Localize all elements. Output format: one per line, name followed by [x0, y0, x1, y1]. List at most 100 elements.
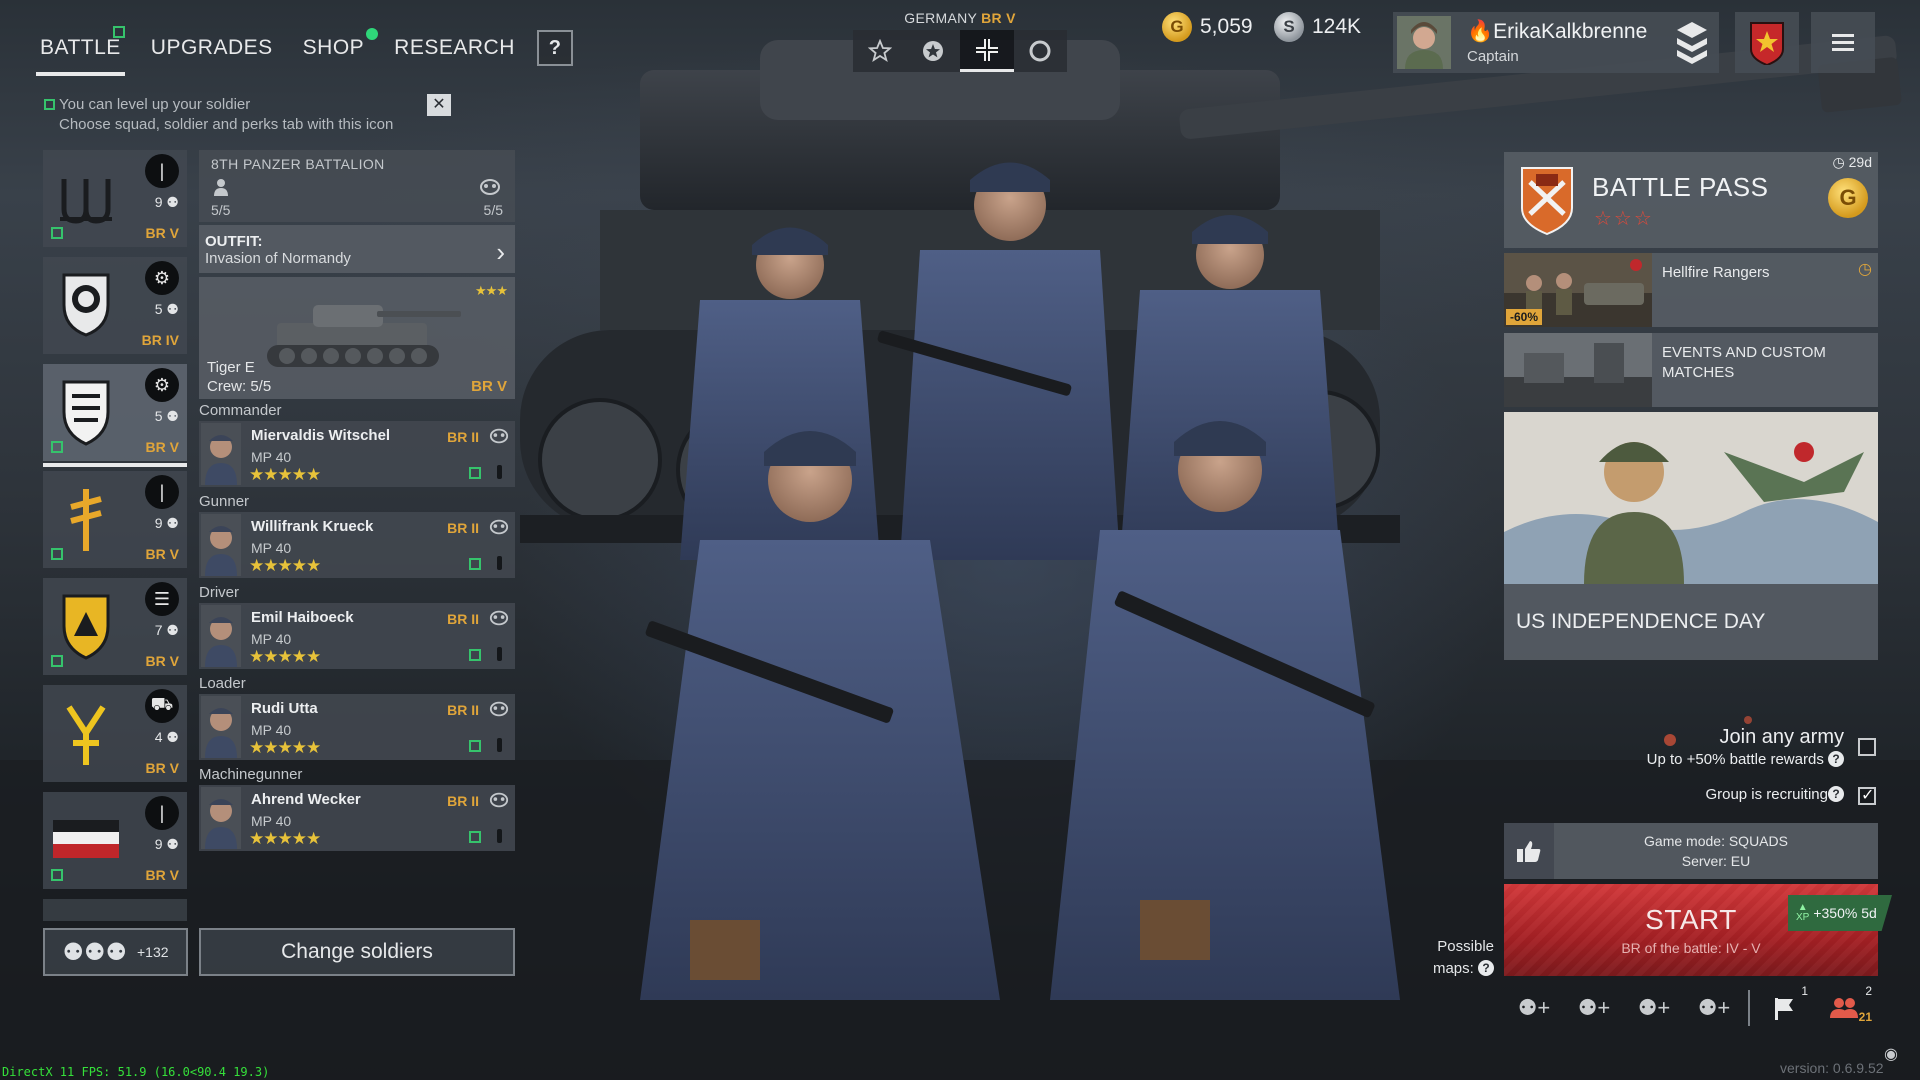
- group-recruiting-checkbox[interactable]: [1858, 785, 1876, 805]
- server-value: Server: EU: [1681, 853, 1751, 869]
- reserve-soldiers-button[interactable]: ⚉⚉⚉ +132: [43, 928, 188, 976]
- grenade-icon: [497, 829, 502, 843]
- vehicle-card[interactable]: ★★★ Tiger E Crew: 5/5 BR V: [199, 277, 515, 399]
- squad-card[interactable]: | 9 ⚉ BR V: [43, 150, 187, 247]
- event-banner-image: [1504, 412, 1878, 584]
- discount-badge: -60%: [1506, 309, 1543, 325]
- main-menu-button[interactable]: [1811, 12, 1875, 73]
- tab-upgrades[interactable]: UPGRADES: [151, 28, 273, 68]
- soldier-portrait: [201, 605, 241, 667]
- soldier-role: Commander: [199, 402, 282, 419]
- outfit-selector[interactable]: OUTFIT: Invasion of Normandy ›: [199, 225, 515, 273]
- possible-maps-line-1: Possible: [1437, 938, 1494, 955]
- xp-label: XP: [1796, 912, 1810, 923]
- silver-balance[interactable]: S 124K: [1274, 12, 1361, 42]
- help-icon[interactable]: ?: [1478, 960, 1494, 976]
- shield-303-emblem-icon: [51, 267, 121, 345]
- soldier-br: BR II: [447, 611, 479, 627]
- squad-card[interactable]: ☰ 7 ⚉ BR V: [43, 578, 187, 675]
- ussr-star-circle-icon[interactable]: [906, 30, 960, 72]
- tab-shop[interactable]: SHOP: [303, 28, 379, 68]
- vehicle-crew: Crew: 5/5: [207, 378, 272, 395]
- soldier-row[interactable]: Emil Haiboeck MP 40 ★★★★★ BR II: [199, 603, 515, 669]
- soldier-slot: Commander Miervaldis Witschel MP 40 ★★★★…: [199, 401, 515, 487]
- hint-close-button[interactable]: ✕: [427, 94, 451, 116]
- motorcycle-icon: ⚙: [145, 368, 179, 402]
- squad-soldier-count: 5 ⚉: [154, 301, 179, 317]
- tab-research-label: RESEARCH: [394, 36, 515, 59]
- gold-balance[interactable]: G 5,059: [1162, 12, 1253, 42]
- tab-battle[interactable]: BATTLE: [36, 26, 125, 76]
- squad-card[interactable]: ⛟ 4 ⚉ BR V: [43, 685, 187, 782]
- hamburger-menu-icon: [1832, 33, 1854, 51]
- battle-pass-card[interactable]: BATTLE PASS ☆☆☆ ◷ 29d G: [1504, 152, 1878, 248]
- soldier-row[interactable]: Rudi Utta MP 40 ★★★★★ BR II: [199, 694, 515, 760]
- level-up-square-icon: [44, 99, 55, 110]
- level-up-hint: You can level up your soldier Choose squ…: [44, 95, 454, 135]
- usa-star-icon[interactable]: [853, 30, 907, 72]
- clock-icon: ◷: [1858, 261, 1872, 278]
- soldier-slot: Machinegunner Ahrend Wecker MP 40 ★★★★★ …: [199, 765, 515, 851]
- offer-hellfire-rangers[interactable]: -60% Hellfire Rangers ◷: [1504, 253, 1878, 327]
- friends-button[interactable]: 2 21: [1814, 984, 1874, 1026]
- avatar: [1397, 16, 1451, 69]
- battalion-header: 8TH PANZER BATTALION 5/5 5/5: [199, 150, 515, 222]
- invite-player-button[interactable]: ⚉+: [1684, 990, 1744, 1026]
- soldier-list: Commander Miervaldis Witschel MP 40 ★★★★…: [199, 401, 515, 851]
- event-us-independence-day[interactable]: US INDEPENDENCE DAY: [1504, 412, 1878, 660]
- invite-player-button[interactable]: ⚉+: [1564, 990, 1624, 1026]
- player-profile[interactable]: 🔥ErikaKalkbrenne Captain: [1393, 12, 1719, 73]
- level-up-square-icon: [469, 467, 481, 479]
- squad-card-active[interactable]: ⚙ 5 ⚉ BR V: [43, 364, 187, 467]
- level-up-square-icon: [51, 655, 63, 667]
- thumbs-up-button[interactable]: [1504, 823, 1554, 879]
- game-mode-selector[interactable]: Game mode: SQUADS Server: EU: [1504, 823, 1878, 879]
- join-any-army-checkbox[interactable]: [1858, 738, 1876, 756]
- nation-name: GERMANY: [904, 10, 977, 26]
- soldier-stars: ★★★★★: [249, 829, 321, 848]
- squad-card[interactable]: | 9 ⚉ BR V: [43, 471, 187, 568]
- invite-player-button[interactable]: ⚉+: [1624, 990, 1684, 1026]
- soldier-name: Emil Haiboeck: [251, 609, 354, 626]
- soldier-name: Willifrank Krueck: [251, 518, 374, 535]
- gold-coin-icon: G: [1162, 12, 1192, 42]
- help-icon[interactable]: ?: [1828, 786, 1844, 802]
- settings-small-icon[interactable]: ◉: [1884, 1044, 1898, 1064]
- squad-br: BR V: [145, 225, 179, 241]
- change-soldiers-button[interactable]: Change soldiers: [199, 928, 515, 976]
- outfit-value: Invasion of Normandy: [205, 250, 351, 267]
- squad-soldier-count: 9 ⚉: [154, 515, 179, 531]
- squad-card[interactable]: ⚙ 5 ⚉ BR IV: [43, 257, 187, 354]
- squad-br: BR V: [145, 760, 179, 776]
- germany-cross-icon[interactable]: [960, 30, 1014, 72]
- invite-player-button[interactable]: ⚉+: [1504, 990, 1564, 1026]
- soldier-row[interactable]: Willifrank Krueck MP 40 ★★★★★ BR II: [199, 512, 515, 578]
- squad-card-partial[interactable]: [43, 899, 187, 921]
- battle-pass-timer: ◷ 29d: [1833, 154, 1872, 171]
- soldier-row[interactable]: Ahrend Wecker MP 40 ★★★★★ BR II: [199, 785, 515, 851]
- achievements-medal-button[interactable]: [1735, 12, 1799, 73]
- gas-mask-icon: [489, 519, 509, 535]
- soldier-br: BR II: [447, 793, 479, 809]
- tab-research[interactable]: RESEARCH: [394, 28, 515, 68]
- squad-br: BR IV: [141, 332, 179, 348]
- xp-boost-icon: ▲ XP: [1796, 902, 1810, 923]
- chevron-right-icon: ›: [496, 237, 505, 267]
- soldier-row[interactable]: Miervaldis Witschel MP 40 ★★★★★ BR II: [199, 421, 515, 487]
- gas-mask-icon: [489, 792, 509, 808]
- soldier-weapon: MP 40: [251, 540, 292, 556]
- help-icon[interactable]: ?: [1828, 751, 1844, 767]
- thumbs-up-icon: [1517, 841, 1541, 862]
- flag-button[interactable]: 1: [1754, 984, 1814, 1026]
- help-button[interactable]: ?: [536, 30, 573, 66]
- silver-coin-icon: S: [1274, 12, 1304, 42]
- nation-title: GERMANY BR V: [853, 10, 1067, 26]
- nation-br: BR V: [981, 10, 1016, 26]
- level-up-badge-icon: [112, 26, 125, 38]
- japan-circle-icon[interactable]: [1013, 30, 1067, 72]
- nation-selector: GERMANY BR V: [853, 10, 1067, 72]
- soldier-stars: ★★★★★: [249, 738, 321, 757]
- squad-card[interactable]: | 9 ⚉ BR V: [43, 792, 187, 889]
- events-custom-matches[interactable]: EVENTS AND CUSTOM MATCHES: [1504, 333, 1878, 407]
- group-recruiting-row: Group is recruiting?: [1705, 786, 1844, 803]
